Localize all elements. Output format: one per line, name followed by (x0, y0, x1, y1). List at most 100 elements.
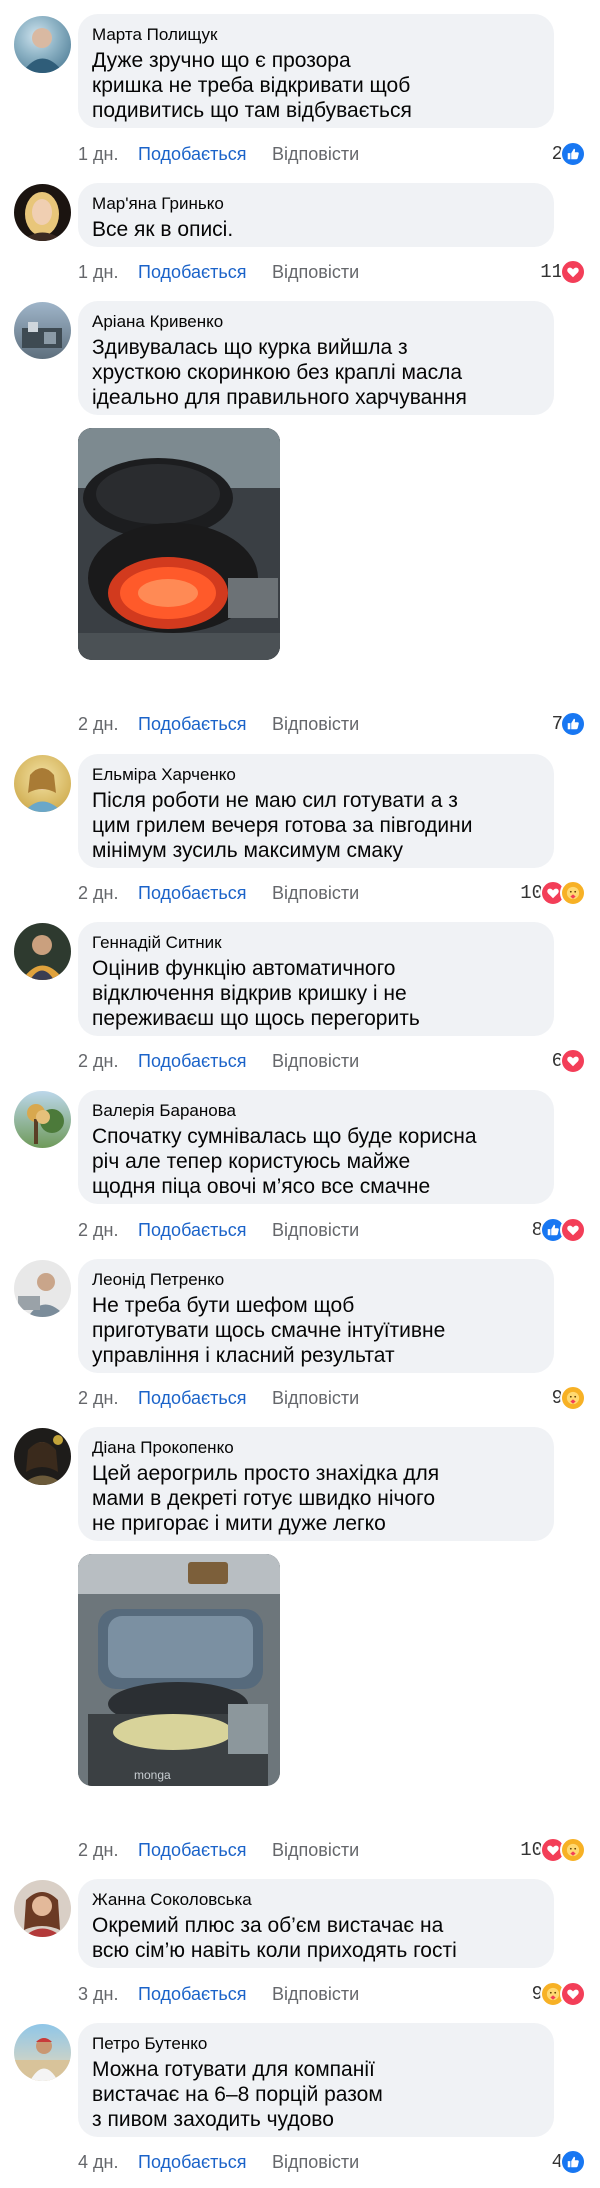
comment-author[interactable]: Ельміра Харченко (92, 764, 540, 786)
comment-author[interactable]: Марта Полищук (92, 24, 540, 46)
avatar[interactable] (14, 302, 71, 359)
like-reaction-icon (560, 141, 586, 167)
comment-text: Після роботи не маю сил готувати а з цим… (92, 789, 473, 862)
reactions[interactable]: 10 (520, 880, 586, 906)
like-button[interactable]: Подобається (138, 2149, 247, 2175)
comment-time[interactable]: 4 дн. (78, 2149, 118, 2175)
reactions[interactable]: 2 (552, 141, 586, 167)
comment-actions: 2 дн. Подобається Відповісти 8 (78, 1217, 586, 1243)
like-button[interactable]: Подобається (138, 1981, 247, 2007)
comment-text: Оцінив функцію автоматичного відключення… (92, 957, 420, 1030)
comment-author[interactable]: Жанна Соколовська (92, 1889, 540, 1911)
reply-button[interactable]: Відповісти (272, 2149, 359, 2175)
comment-author[interactable]: Мар'яна Гринько (92, 193, 540, 215)
avatar[interactable] (14, 2024, 71, 2081)
reply-button[interactable]: Відповісти (272, 880, 359, 906)
comment-text: Не треба бути шефом щоб приготувати щось… (92, 1294, 446, 1367)
avatar[interactable] (14, 755, 71, 812)
avatar[interactable] (14, 16, 71, 73)
comment-actions: 1 дн. Подобається Відповісти 2 (78, 141, 586, 167)
comment-text: Цей аерогриль просто знахідка для мами в… (92, 1462, 440, 1535)
comment-author[interactable]: Валерія Баранова (92, 1100, 540, 1122)
reactions[interactable]: 6 (552, 1048, 586, 1074)
reply-button[interactable]: Відповісти (272, 711, 359, 737)
love-reaction-icon (560, 259, 586, 285)
comment-text: Окремий плюс за об’єм вистачає на всю сі… (92, 1914, 457, 1962)
like-button[interactable]: Подобається (138, 880, 247, 906)
comment-bubble: Мар'яна Гринько Все як в описі. (78, 183, 554, 247)
like-button[interactable]: Подобається (138, 141, 247, 167)
comment-text: Здивувалась що курка вийшла з хрусткою с… (92, 336, 467, 409)
comment-text: Все як в описі. (92, 218, 234, 241)
comment-photo[interactable]: monga (78, 1554, 280, 1786)
reply-button[interactable]: Відповісти (272, 1217, 359, 1243)
reply-button[interactable]: Відповісти (272, 1981, 359, 2007)
comment-time[interactable]: 2 дн. (78, 880, 118, 906)
care-reaction-icon (560, 880, 586, 906)
like-button[interactable]: Подобається (138, 1048, 247, 1074)
avatar[interactable] (14, 1428, 71, 1485)
comment-actions: 2 дн. Подобається Відповісти 10 (78, 880, 586, 906)
avatar[interactable] (14, 1880, 71, 1937)
reply-button[interactable]: Відповісти (272, 1385, 359, 1411)
comment-bubble: Діана Прокопенко Цей аерогриль просто зн… (78, 1427, 554, 1541)
comment-time[interactable]: 2 дн. (78, 1385, 118, 1411)
love-reaction-icon (560, 1048, 586, 1074)
comment-text: Можна готувати для компанії вистачає на … (92, 2058, 383, 2131)
like-reaction-icon (560, 711, 586, 737)
reply-button[interactable]: Відповісти (272, 1837, 359, 1863)
avatar[interactable] (14, 1091, 71, 1148)
comment-actions: 2 дн. Подобається Відповісти 9 (78, 1385, 586, 1411)
like-button[interactable]: Подобається (138, 1837, 247, 1863)
comment-bubble: Геннадій Ситник Оцінив функцію автоматич… (78, 922, 554, 1036)
comment-actions: 2 дн. Подобається Відповісти 10 (78, 1837, 586, 1863)
comment-actions: 2 дн. Подобається Відповісти 6 (78, 1048, 586, 1074)
comment-actions: 3 дн. Подобається Відповісти 9 (78, 1981, 586, 2007)
care-reaction-icon (560, 1385, 586, 1411)
like-button[interactable]: Подобається (138, 711, 247, 737)
comment-author[interactable]: Діана Прокопенко (92, 1437, 540, 1459)
comment-actions: 2 дн. Подобається Відповісти 7 (78, 711, 586, 737)
comment-author[interactable]: Леонід Петренко (92, 1269, 540, 1291)
reactions[interactable]: 9 (552, 1385, 586, 1411)
love-reaction-icon (560, 1217, 586, 1243)
comment-time[interactable]: 2 дн. (78, 1217, 118, 1243)
comment-bubble: Петро Бутенко Можна готувати для компані… (78, 2023, 554, 2137)
comment-time[interactable]: 2 дн. (78, 1837, 118, 1863)
comment-bubble: Марта Полищук Дуже зручно що є прозора к… (78, 14, 554, 128)
comment-bubble: Жанна Соколовська Окремий плюс за об’єм … (78, 1879, 554, 1968)
avatar[interactable] (14, 923, 71, 980)
comment-actions: 1 дн. Подобається Відповісти 11 (78, 259, 586, 285)
like-button[interactable]: Подобається (138, 1217, 247, 1243)
comment-author[interactable]: Петро Бутенко (92, 2033, 540, 2055)
comment-time[interactable]: 2 дн. (78, 1048, 118, 1074)
comment-text: Дуже зручно що є прозора кришка не треба… (92, 49, 412, 122)
reply-button[interactable]: Відповісти (272, 141, 359, 167)
comment-time[interactable]: 2 дн. (78, 711, 118, 737)
reactions[interactable]: 11 (540, 259, 586, 285)
comment-author[interactable]: Аріана Кривенко (92, 311, 540, 333)
avatar[interactable] (14, 1260, 71, 1317)
reply-button[interactable]: Відповісти (272, 259, 359, 285)
avatar[interactable] (14, 184, 71, 241)
love-reaction-icon (560, 1981, 586, 2007)
comment-photo[interactable] (78, 428, 280, 660)
reactions[interactable]: 7 (552, 711, 586, 737)
like-button[interactable]: Подобається (138, 259, 247, 285)
comment-time[interactable]: 1 дн. (78, 259, 118, 285)
comment-actions: 4 дн. Подобається Відповісти 4 (78, 2149, 586, 2175)
photo-brand-label: monga (134, 1768, 171, 1782)
reactions[interactable]: 8 (532, 1217, 586, 1243)
care-reaction-icon (560, 1837, 586, 1863)
comment-time[interactable]: 3 дн. (78, 1981, 118, 2007)
like-button[interactable]: Подобається (138, 1385, 247, 1411)
reactions[interactable]: 10 (520, 1837, 586, 1863)
comment-bubble: Ельміра Харченко Після роботи не маю сил… (78, 754, 554, 868)
comment-time[interactable]: 1 дн. (78, 141, 118, 167)
like-reaction-icon (560, 2149, 586, 2175)
reply-button[interactable]: Відповісти (272, 1048, 359, 1074)
reactions[interactable]: 9 (532, 1981, 586, 2007)
reactions[interactable]: 4 (552, 2149, 586, 2175)
comment-text: Спочатку сумнівалась що буде корисна річ… (92, 1125, 477, 1198)
comment-author[interactable]: Геннадій Ситник (92, 932, 540, 954)
